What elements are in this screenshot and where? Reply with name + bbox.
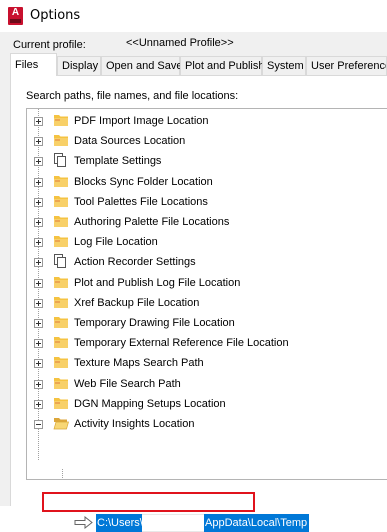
tree-node-label: Temporary Drawing File Location: [74, 317, 235, 329]
tree-node[interactable]: Data Sources Location: [27, 131, 382, 151]
tree-node[interactable]: Tool Palettes File Locations: [27, 192, 382, 212]
tree-node-label: DGN Mapping Setups Location: [74, 397, 226, 410]
expand-icon[interactable]: [34, 379, 43, 389]
tree-node-label: Web File Search Path: [74, 377, 181, 390]
path-redacted-segment: [142, 514, 204, 532]
folder-icon: [53, 376, 69, 391]
expand-icon[interactable]: [34, 359, 43, 369]
path-end: AppData\Local\Temp: [204, 514, 309, 532]
expand-icon[interactable]: [34, 278, 43, 288]
tree-node-label: Authoring Palette File Locations: [74, 216, 230, 228]
tree-node-label: Template Settings: [74, 155, 162, 168]
expand-icon[interactable]: [34, 399, 43, 409]
tree-node[interactable]: Temporary Drawing File Location: [27, 313, 382, 333]
tree-node[interactable]: PDF Import Image Location: [27, 111, 382, 131]
tree-node[interactable]: Web File Search Path: [27, 374, 382, 394]
folder-icon: [53, 174, 69, 189]
title-bar: A Options: [0, 0, 387, 32]
tab-plot-and-publish[interactable]: Plot and Publish: [180, 56, 265, 75]
file-locations-tree[interactable]: PDF Import Image Location Data Sources Lo…: [26, 108, 387, 532]
tab-open-and-save[interactable]: Open and Save: [101, 56, 182, 75]
folder-icon: [53, 396, 69, 411]
folder-icon: [53, 194, 69, 209]
tree-node-label: Temporary External Reference File Locati…: [74, 337, 289, 350]
folder-icon: [53, 133, 69, 148]
expand-icon[interactable]: [34, 117, 43, 126]
pages-icon: [53, 254, 69, 269]
search-paths-label: Search paths, file names, and file locat…: [26, 90, 239, 102]
expand-icon[interactable]: [34, 197, 43, 207]
tree-node-label: Action Recorder Settings: [74, 256, 196, 269]
current-profile-label: Current profile:: [13, 39, 86, 51]
tree-node-label: Texture Maps Search Path: [74, 357, 204, 370]
expand-icon[interactable]: [34, 258, 43, 268]
tree-node-label: Data Sources Location: [74, 135, 186, 148]
expand-icon[interactable]: [34, 298, 43, 308]
tree-node-label: Tool Palettes File Locations: [74, 195, 208, 208]
tab-user-preferences[interactable]: User Preferences: [306, 56, 387, 75]
activity-insights-path-item[interactable]: C:\Users\ AppData\Local\Temp: [74, 514, 324, 532]
folder-icon: [53, 234, 69, 249]
tree-node[interactable]: Texture Maps Search Path: [27, 353, 382, 373]
tree-node[interactable]: Log File Location: [27, 232, 382, 252]
folder-icon: [53, 275, 69, 290]
tree-node-label: Activity Insights Location: [74, 418, 195, 430]
tab-files[interactable]: Files: [10, 53, 57, 76]
tree-node[interactable]: Blocks Sync Folder Location: [27, 172, 382, 192]
expand-icon[interactable]: [34, 319, 43, 328]
expand-icon[interactable]: [34, 238, 43, 248]
arrow-right-icon: [74, 516, 93, 529]
folder-icon: [53, 315, 69, 330]
folder-icon: [53, 295, 69, 310]
options-dialog: Current profile: <<Unnamed Profile>> Fil…: [0, 32, 387, 532]
autocad-icon: A: [8, 7, 23, 25]
expand-icon[interactable]: [34, 157, 43, 167]
folder-icon: [53, 355, 69, 370]
tree-node-label: Plot and Publish Log File Location: [74, 276, 241, 289]
expand-icon[interactable]: [34, 177, 43, 187]
tree-node-label: Log File Location: [74, 236, 158, 249]
tree-node[interactable]: Action Recorder Settings: [27, 252, 382, 272]
expand-icon[interactable]: [34, 137, 43, 147]
tab-strip: Files Display Open and Save Plot and Pub…: [10, 53, 387, 76]
open-folder-icon: [53, 416, 69, 431]
files-panel: Search paths, file names, and file locat…: [10, 75, 387, 532]
collapse-icon[interactable]: [34, 420, 43, 429]
tree-node[interactable]: Plot and Publish Log File Location: [27, 273, 382, 293]
path-start: C:\Users\: [96, 514, 143, 532]
tree-node[interactable]: Template Settings: [27, 151, 382, 171]
current-profile-value: <<Unnamed Profile>>: [126, 37, 234, 49]
tree-node[interactable]: Temporary External Reference File Locati…: [27, 333, 382, 353]
tree-node-label: Blocks Sync Folder Location: [74, 175, 213, 188]
pages-icon: [53, 153, 69, 168]
folder-icon: [53, 335, 69, 350]
tree-node-label: PDF Import Image Location: [74, 115, 209, 127]
tab-display[interactable]: Display: [57, 56, 101, 75]
folder-icon: [53, 214, 69, 229]
tree-node-label: Xref Backup File Location: [74, 296, 200, 309]
expand-icon[interactable]: [34, 218, 43, 227]
folder-icon: [53, 113, 69, 128]
tree-node[interactable]: DGN Mapping Setups Location: [27, 394, 382, 414]
window-title: Options: [30, 8, 81, 23]
expand-icon[interactable]: [34, 339, 43, 349]
tree-node[interactable]: Xref Backup File Location: [27, 293, 382, 313]
tree-node[interactable]: Authoring Palette File Locations: [27, 212, 382, 232]
tab-system[interactable]: System: [262, 56, 306, 75]
highlight-annotation: [42, 492, 255, 512]
tree-node[interactable]: Activity Insights Location: [27, 414, 382, 434]
